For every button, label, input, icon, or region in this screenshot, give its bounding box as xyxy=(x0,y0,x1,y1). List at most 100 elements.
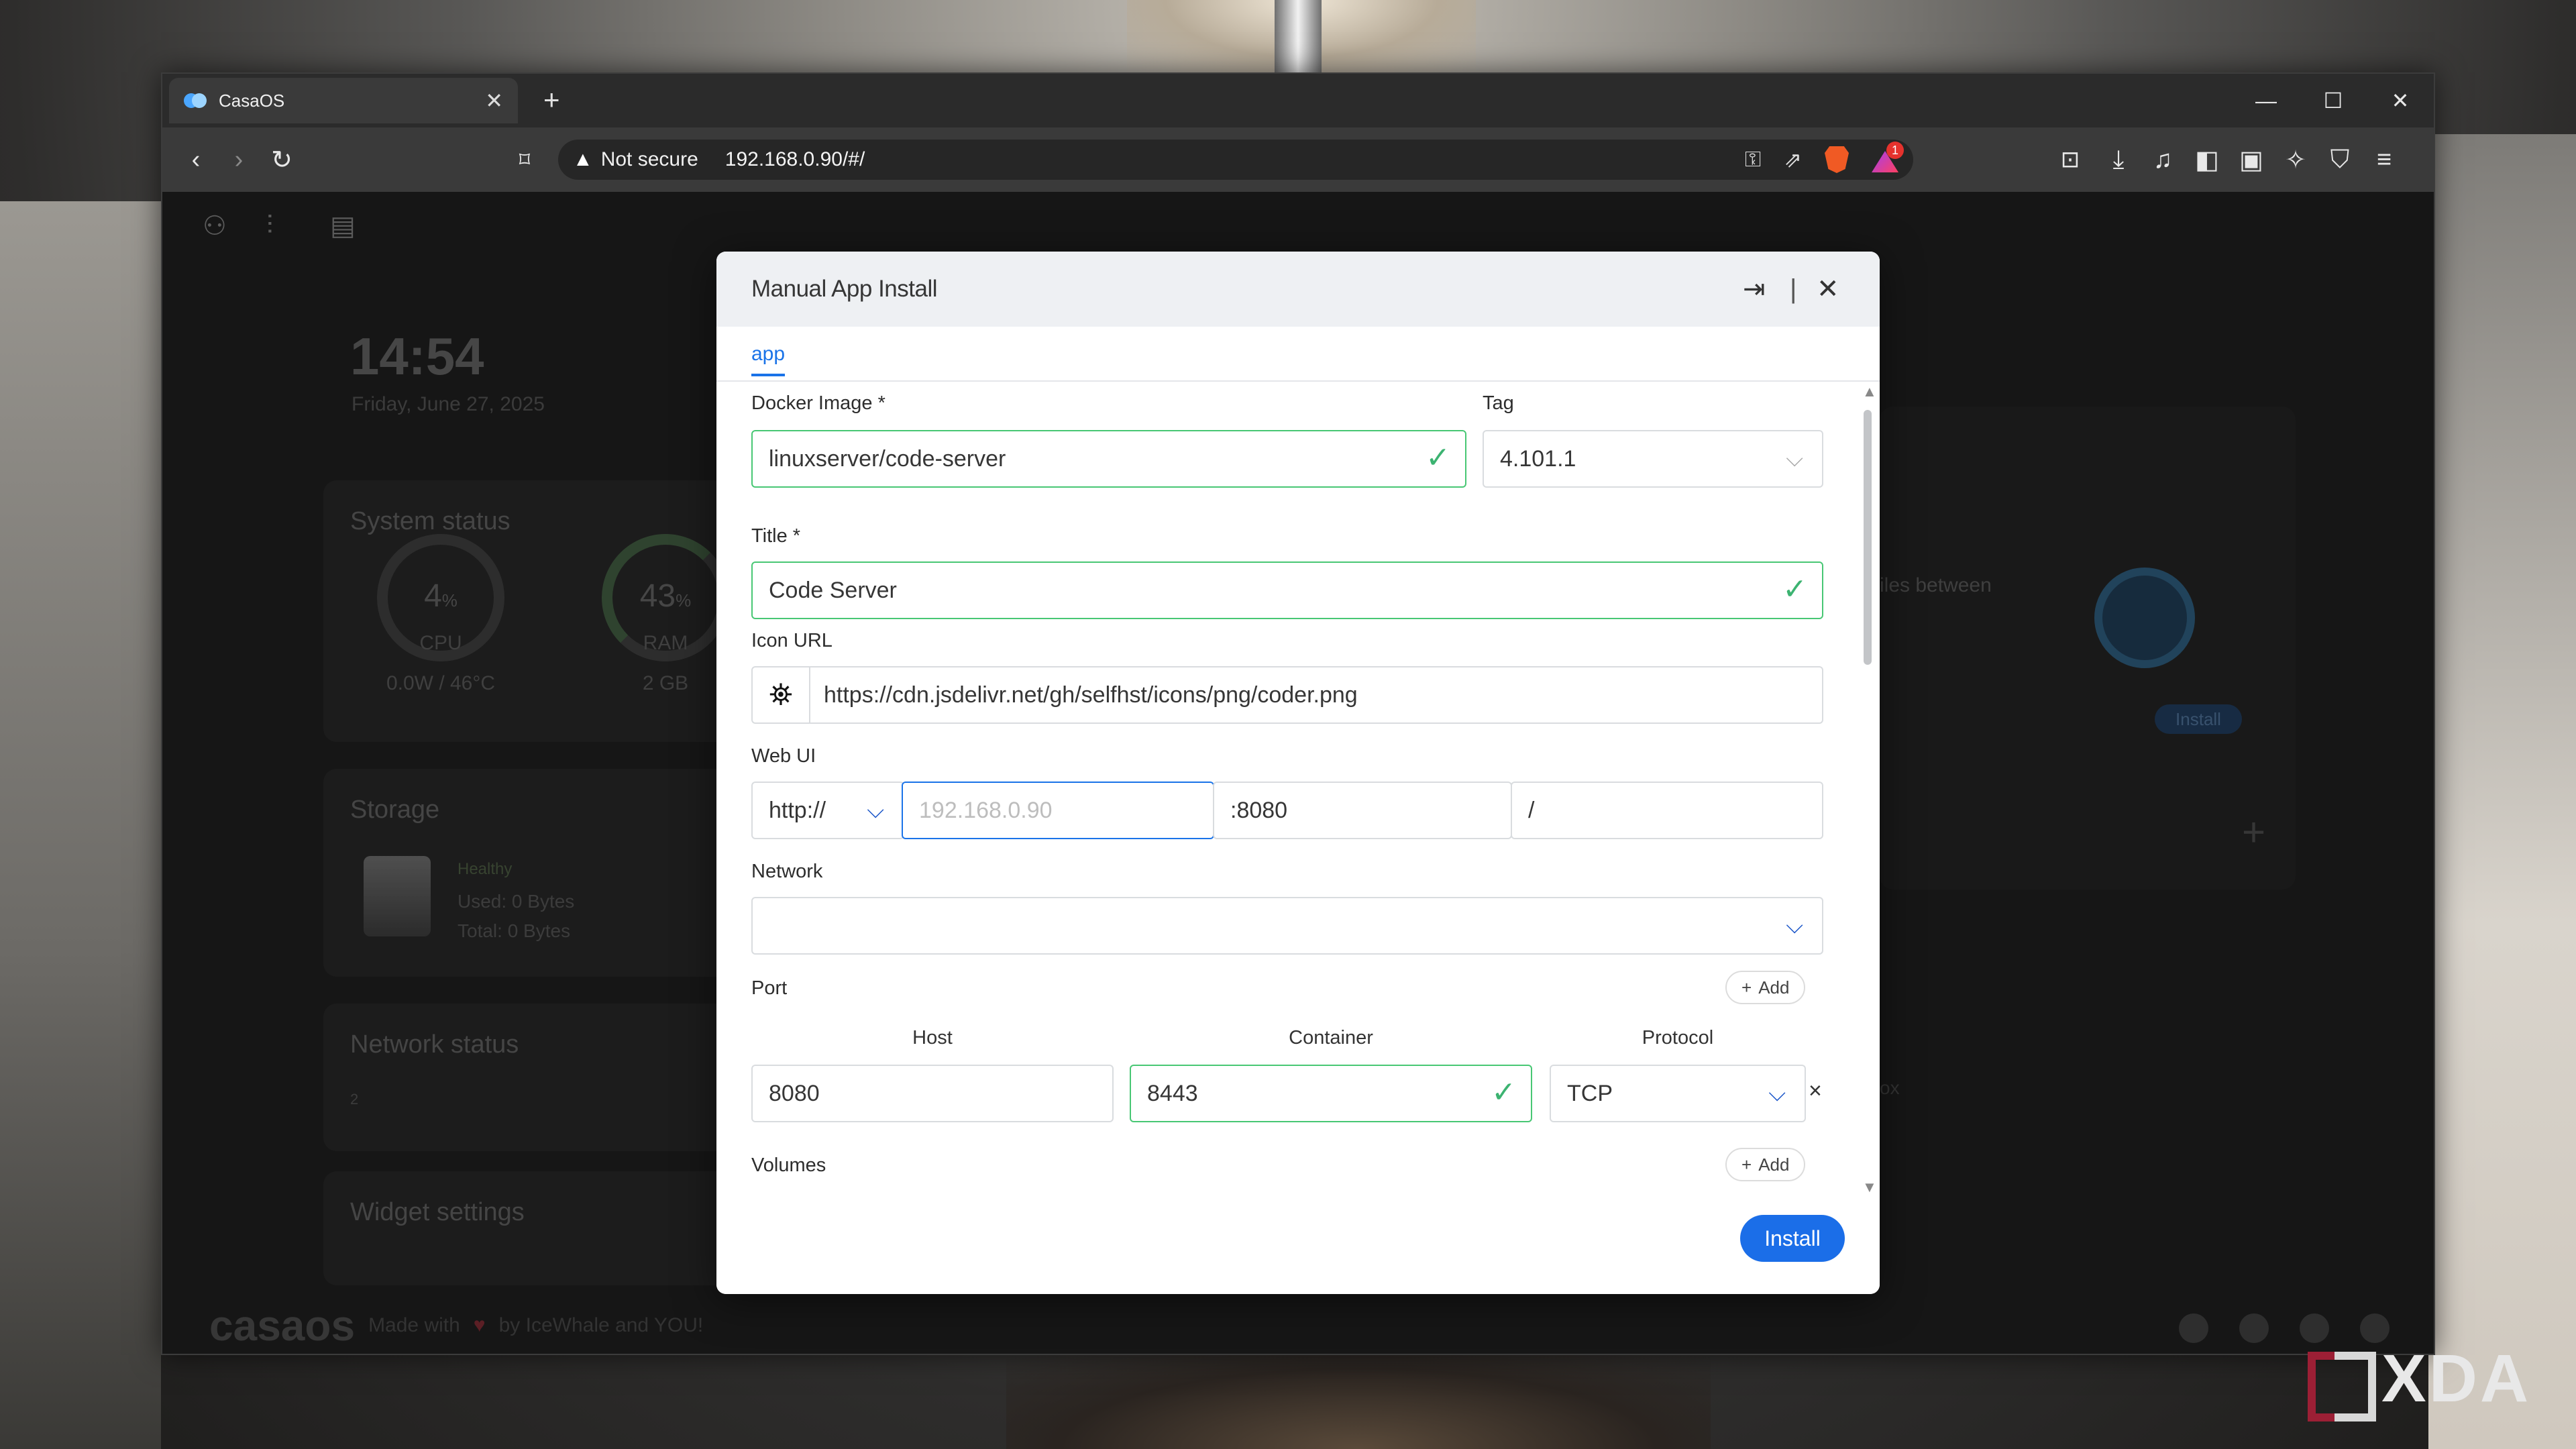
background-sword xyxy=(1275,0,1322,74)
network-label: Network xyxy=(751,861,823,882)
back-icon[interactable]: ‹ xyxy=(178,142,213,177)
title-input[interactable]: Code Server ✓ xyxy=(751,561,1823,619)
tab-close-icon[interactable]: ✕ xyxy=(485,88,503,113)
webui-path-value: / xyxy=(1528,797,1535,823)
port-protocol-header: Protocol xyxy=(1642,1027,1714,1049)
webui-host-placeholder: 192.168.0.90 xyxy=(919,797,1053,823)
address-bar[interactable]: ▲ Not secure 192.168.0.90/#/ ⚿ ⇗ 1 xyxy=(558,140,1913,180)
share-icon[interactable]: ⇗ xyxy=(1784,147,1802,172)
brave-shield-icon[interactable] xyxy=(1825,146,1849,173)
port-host-value: 8080 xyxy=(769,1080,820,1106)
dialog-body: Docker Image * linuxserver/code-server ✓… xyxy=(716,383,1880,1195)
webui-scheme-value: http:// xyxy=(769,797,826,823)
check-icon: ✓ xyxy=(1491,1076,1516,1109)
casaos-icon xyxy=(184,93,207,108)
network-select[interactable]: ⌵ xyxy=(751,897,1823,955)
icon-url-input[interactable]: ⛯ https://cdn.jsdelivr.net/gh/selfhst/ic… xyxy=(751,666,1823,724)
manual-app-install-dialog: Manual App Install ⇥ | ✕ app Docker Imag… xyxy=(716,252,1880,1294)
coder-app-icon: ⛯ xyxy=(753,667,810,722)
window-close-button[interactable]: ✕ xyxy=(2367,74,2434,127)
address-bar-actions: ⚿ ⇗ 1 xyxy=(1745,140,1904,180)
xda-text: XDA xyxy=(2381,1340,2532,1416)
background-clouds-left xyxy=(0,201,161,1449)
security-label[interactable]: Not secure xyxy=(601,148,698,171)
xda-logo-icon xyxy=(2308,1345,2376,1421)
tag-label: Tag xyxy=(1483,392,1514,414)
webui-scheme-select[interactable]: http:// ⌵ xyxy=(751,782,904,839)
tab-bar: CasaOS ✕ + — ☐ ✕ xyxy=(162,74,2434,127)
chevron-down-icon: ⌵ xyxy=(1786,446,1803,472)
window-controls: — ☐ ✕ xyxy=(2233,74,2434,127)
add-port-button[interactable]: + Add xyxy=(1725,971,1806,1004)
forward-icon[interactable]: › xyxy=(221,142,256,177)
add-volume-label: Add xyxy=(1758,1154,1790,1175)
scroll-up-icon[interactable]: ▲ xyxy=(1862,383,1877,400)
download-icon[interactable]: ⤓ xyxy=(2101,142,2136,177)
dialog-title: Manual App Install xyxy=(751,276,938,302)
split-view-icon[interactable]: ◧ xyxy=(2190,142,2224,177)
icon-url-label: Icon URL xyxy=(751,630,833,651)
volumes-label: Volumes xyxy=(751,1155,826,1176)
import-icon[interactable]: ⇥ xyxy=(1743,272,1766,307)
header-divider: | xyxy=(1790,274,1797,304)
background-figure-bottom xyxy=(1006,1355,1711,1449)
webui-path-input[interactable]: / xyxy=(1511,782,1823,839)
webui-label: Web UI xyxy=(751,745,816,767)
remove-icon[interactable]: × xyxy=(1809,1078,1822,1104)
vpn-icon[interactable]: ⛉ xyxy=(2322,142,2357,177)
dialog-tabs: app xyxy=(716,327,1880,382)
tag-value: 4.101.1 xyxy=(1500,445,1576,472)
port-host-input[interactable]: 8080 xyxy=(751,1065,1114,1122)
plus-icon: + xyxy=(1741,1154,1752,1175)
icon-url-value: https://cdn.jsdelivr.net/gh/selfhst/icon… xyxy=(824,682,1358,708)
background-clouds-right xyxy=(2428,134,2576,1449)
browser-tab[interactable]: CasaOS ✕ xyxy=(169,78,518,123)
tab-title: CasaOS xyxy=(219,90,285,111)
media-icon[interactable]: ♫ xyxy=(2145,142,2180,177)
reload-icon[interactable]: ↻ xyxy=(264,142,299,177)
docker-image-label: Docker Image * xyxy=(751,392,885,414)
scroll-thumb[interactable] xyxy=(1864,410,1872,665)
check-icon: ✓ xyxy=(1782,573,1807,606)
rewards-badge: 1 xyxy=(1886,142,1904,159)
port-host-header: Host xyxy=(912,1027,953,1049)
tab-app[interactable]: app xyxy=(751,343,786,376)
webui-port-value: :8080 xyxy=(1230,797,1288,823)
dialog-header: Manual App Install ⇥ | ✕ xyxy=(716,252,1880,327)
check-icon: ✓ xyxy=(1426,441,1450,474)
chevron-down-icon: ⌵ xyxy=(867,798,884,823)
webui-host-input[interactable]: 192.168.0.90 xyxy=(902,782,1214,839)
dialog-scrollbar[interactable]: ▲ ▼ xyxy=(1861,383,1877,1195)
close-icon[interactable]: ✕ xyxy=(1817,272,1839,307)
new-tab-button[interactable]: + xyxy=(543,86,560,114)
chevron-down-icon: ⌵ xyxy=(1768,1081,1786,1106)
menu-icon[interactable]: ≡ xyxy=(2367,142,2402,177)
port-container-value: 8443 xyxy=(1147,1080,1198,1106)
title-value: Code Server xyxy=(769,577,897,603)
minimize-button[interactable]: — xyxy=(2233,74,2300,127)
url-text[interactable]: 192.168.0.90/#/ xyxy=(725,148,865,171)
port-container-header: Container xyxy=(1289,1027,1373,1049)
add-port-label: Add xyxy=(1758,977,1790,998)
tag-select[interactable]: 4.101.1 ⌵ xyxy=(1483,430,1823,488)
scroll-down-icon[interactable]: ▼ xyxy=(1862,1179,1877,1195)
port-label: Port xyxy=(751,977,788,999)
warning-icon: ▲ xyxy=(573,148,593,170)
port-protocol-select[interactable]: TCP ⌵ xyxy=(1550,1065,1806,1122)
wallet-icon[interactable]: ▣ xyxy=(2234,142,2269,177)
background-figure-head xyxy=(1127,0,1476,74)
key-icon[interactable]: ⚿ xyxy=(1745,147,1761,172)
bookmark-icon[interactable]: ⌑ xyxy=(507,142,542,177)
install-button[interactable]: Install xyxy=(1740,1215,1845,1262)
maximize-button[interactable]: ☐ xyxy=(2300,74,2367,127)
leo-icon[interactable]: ✧ xyxy=(2278,142,2313,177)
browser-toolbar: ‹ › ↻ ⌑ ▲ Not secure 192.168.0.90/#/ ⚿ ⇗… xyxy=(162,127,2434,192)
add-volume-button[interactable]: + Add xyxy=(1725,1148,1806,1181)
webui-port-input[interactable]: :8080 xyxy=(1213,782,1512,839)
title-label: Title * xyxy=(751,525,801,547)
brave-rewards-icon[interactable]: 1 xyxy=(1872,142,1904,172)
sidebar-toggle-icon[interactable]: ⊡ xyxy=(2053,142,2088,177)
port-container-input[interactable]: 8443 ✓ xyxy=(1130,1065,1532,1122)
docker-image-input[interactable]: linuxserver/code-server ✓ xyxy=(751,430,1466,488)
xda-watermark: XDA xyxy=(2308,1340,2532,1421)
